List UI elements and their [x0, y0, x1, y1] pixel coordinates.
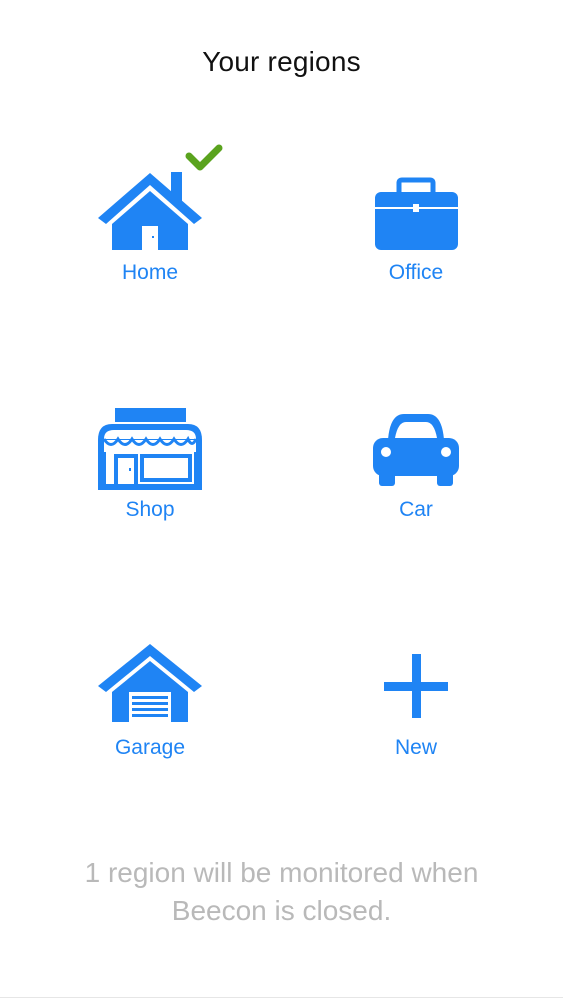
monitoring-status-text: 1 region will be monitored when Beecon i… — [0, 854, 563, 930]
region-garage-label: Garage — [114, 736, 186, 759]
region-car-label: Car — [399, 498, 433, 521]
region-home-tile[interactable]: Home — [50, 140, 250, 310]
regions-screen: Your regions Home Office Shop Car Garage… — [0, 0, 563, 1000]
region-office-label: Office — [388, 261, 444, 284]
monitoring-status-line-2: Beecon is closed. — [171, 895, 392, 926]
monitoring-status-line-1: 1 region will be monitored when — [84, 857, 479, 888]
region-garage-tile[interactable]: Garage — [50, 640, 250, 810]
new-region-label: New — [394, 736, 437, 759]
house-icon — [98, 172, 202, 250]
new-region-tile[interactable]: New — [316, 640, 516, 810]
region-shop-label: Shop — [125, 498, 175, 521]
briefcase-icon — [375, 177, 458, 250]
region-shop-tile[interactable]: Shop — [50, 400, 250, 570]
region-home-label: Home — [121, 261, 179, 284]
page-title: Your regions — [202, 46, 361, 77]
bottom-divider — [0, 997, 563, 998]
region-car-tile[interactable]: Car — [316, 400, 516, 570]
region-office-tile[interactable]: Office — [316, 140, 516, 310]
